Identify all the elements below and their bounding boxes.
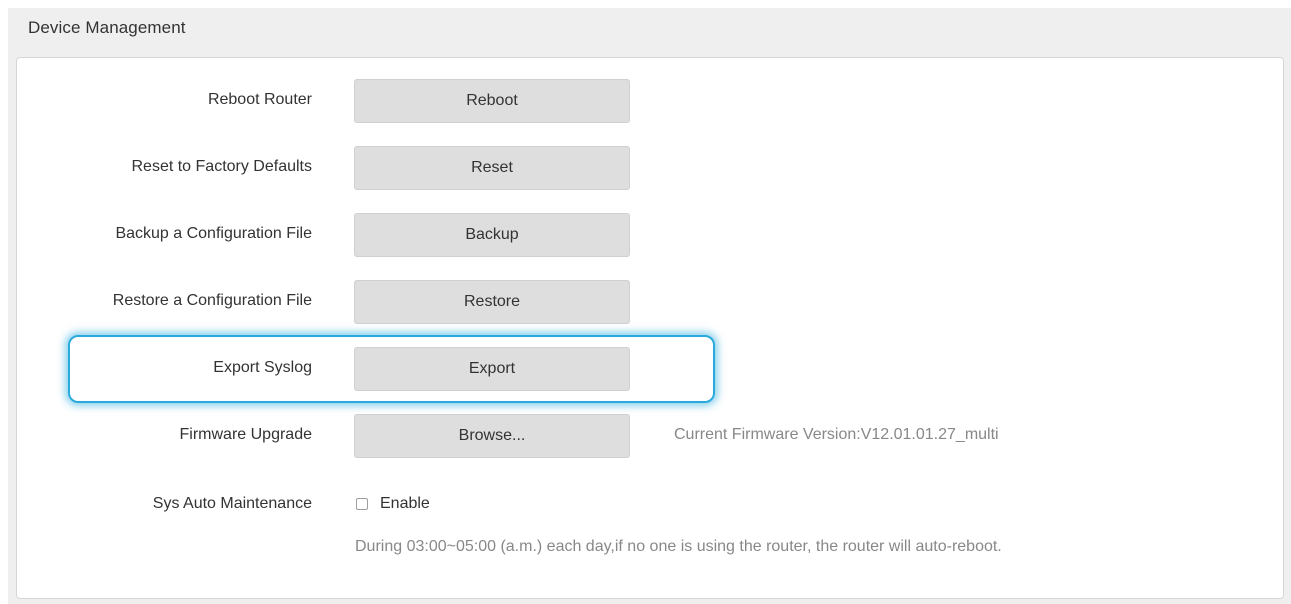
backup-button[interactable]: Backup [354, 213, 630, 257]
restore-config-label: Restore a Configuration File [112, 292, 312, 309]
browse-button[interactable]: Browse... [354, 414, 630, 458]
reset-button[interactable]: Reset [354, 146, 630, 190]
firmware-version-text: Current Firmware Version:V12.01.01.27_mu… [674, 426, 999, 443]
reboot-button[interactable]: Reboot [354, 79, 630, 123]
reboot-router-label: Reboot Router [207, 91, 312, 108]
enable-checkbox[interactable] [356, 498, 368, 510]
export-button[interactable]: Export [354, 347, 630, 391]
device-management-panel [16, 57, 1284, 599]
sys-auto-maintenance-label: Sys Auto Maintenance [152, 495, 312, 512]
backup-config-label: Backup a Configuration File [115, 225, 312, 242]
auto-reboot-hint: During 03:00~05:00 (a.m.) each day,if no… [355, 538, 1002, 555]
restore-button[interactable]: Restore [354, 280, 630, 324]
section-title: Device Management [28, 18, 186, 37]
export-syslog-label: Export Syslog [213, 359, 312, 376]
reset-factory-label: Reset to Factory Defaults [131, 158, 312, 175]
enable-checkbox-label[interactable]: Enable [380, 495, 430, 513]
firmware-upgrade-label: Firmware Upgrade [179, 426, 312, 443]
